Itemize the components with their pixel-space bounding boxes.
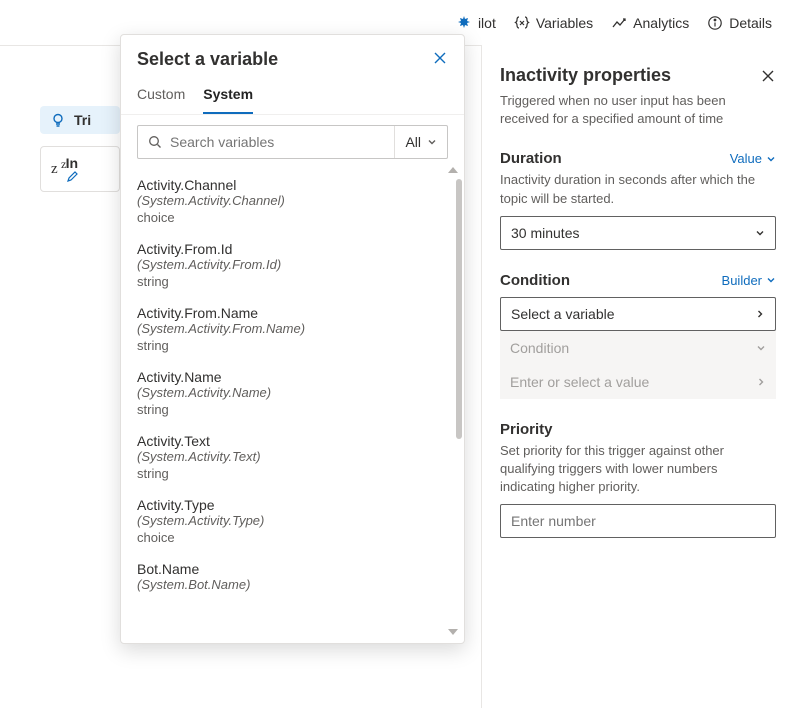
priority-input[interactable] [500,504,776,538]
condition-label: Condition [500,272,570,289]
duration-section: Duration Value Inactivity duration in se… [500,150,776,249]
filter-all-dropdown[interactable]: All [394,126,447,158]
filter-all-label: All [405,134,421,150]
scrollbar-thumb[interactable] [456,179,462,439]
condition-mode-toggle[interactable]: Builder [722,273,776,288]
tab-custom[interactable]: Custom [137,86,185,114]
duration-select[interactable]: 30 minutes [500,216,776,250]
inactivity-properties-panel: Inactivity properties Triggered when no … [481,45,794,708]
copilot-label: ilot [478,15,496,31]
condition-operator-placeholder: Condition [510,340,569,356]
variable-picker-popover: Select a variable Custom System All Acti… [120,34,465,644]
chevron-right-icon [756,377,766,387]
variable-item[interactable]: Bot.Name (System.Bot.Name) [137,553,448,602]
trigger-node[interactable]: Tri [40,106,120,134]
variable-item[interactable]: Activity.From.Id (System.Activity.From.I… [137,233,448,297]
variable-item[interactable]: Activity.Text (System.Activity.Text) str… [137,425,448,489]
variable-list-scroll[interactable]: Activity.Channel (System.Activity.Channe… [121,165,458,637]
chevron-down-icon [427,137,437,147]
copilot-icon [456,15,472,31]
search-icon [138,126,162,158]
search-variables-input[interactable] [162,126,394,158]
close-popover-button[interactable] [432,50,448,69]
popover-title: Select a variable [137,49,278,70]
lightbulb-icon [50,112,66,128]
variable-item[interactable]: Activity.Channel (System.Activity.Channe… [137,169,448,233]
inactivity-node-label: In [66,155,78,171]
analytics-icon [611,15,627,31]
variable-item[interactable]: Activity.Name (System.Activity.Name) str… [137,361,448,425]
condition-section: Condition Builder Select a variable Cond… [500,272,776,399]
duration-label: Duration [500,150,562,167]
chevron-down-icon [756,343,766,353]
analytics-label: Analytics [633,15,689,31]
variable-list: Activity.Channel (System.Activity.Channe… [121,165,464,637]
priority-section: Priority Set priority for this trigger a… [500,421,776,539]
close-panel-button[interactable] [760,68,776,84]
condition-variable-value: Select a variable [511,306,615,322]
close-icon [760,68,776,84]
variables-label: Variables [536,15,593,31]
variable-item[interactable]: Activity.Type (System.Activity.Type) cho… [137,489,448,553]
pencil-icon [66,171,78,183]
tab-system[interactable]: System [203,86,253,114]
duration-value: 30 minutes [511,225,579,241]
priority-label: Priority [500,421,553,438]
inactivity-node[interactable]: zz In [40,146,120,192]
chevron-down-icon [755,228,765,238]
analytics-button[interactable]: Analytics [611,15,689,31]
details-label: Details [729,15,772,31]
info-icon [707,15,723,31]
close-icon [432,50,448,66]
scroll-down-hint [448,629,458,635]
canvas-nodes: Tri zz In [40,106,120,192]
edit-with-copilot-button[interactable]: ilot [456,15,496,31]
condition-operator-select[interactable]: Condition [500,331,776,365]
condition-value-select[interactable]: Enter or select a value [500,365,776,399]
chevron-down-icon [766,275,776,285]
duration-desc: Inactivity duration in seconds after whi… [500,171,776,207]
variables-button[interactable]: Variables [514,15,593,31]
condition-variable-select[interactable]: Select a variable [500,297,776,331]
sleep-icon: zz [51,161,58,178]
popover-tabs: Custom System [121,76,464,115]
panel-title: Inactivity properties [500,65,671,86]
variable-item[interactable]: Activity.From.Name (System.Activity.From… [137,297,448,361]
chevron-right-icon [755,309,765,319]
priority-desc: Set priority for this trigger against ot… [500,442,776,497]
duration-mode-toggle[interactable]: Value [730,151,776,166]
trigger-node-label: Tri [74,112,91,128]
braces-x-icon [514,15,530,31]
chevron-down-icon [766,154,776,164]
panel-description: Triggered when no user input has been re… [500,92,776,128]
search-variables-wrapper: All [137,125,448,159]
condition-value-placeholder: Enter or select a value [510,374,649,390]
details-button[interactable]: Details [707,15,772,31]
